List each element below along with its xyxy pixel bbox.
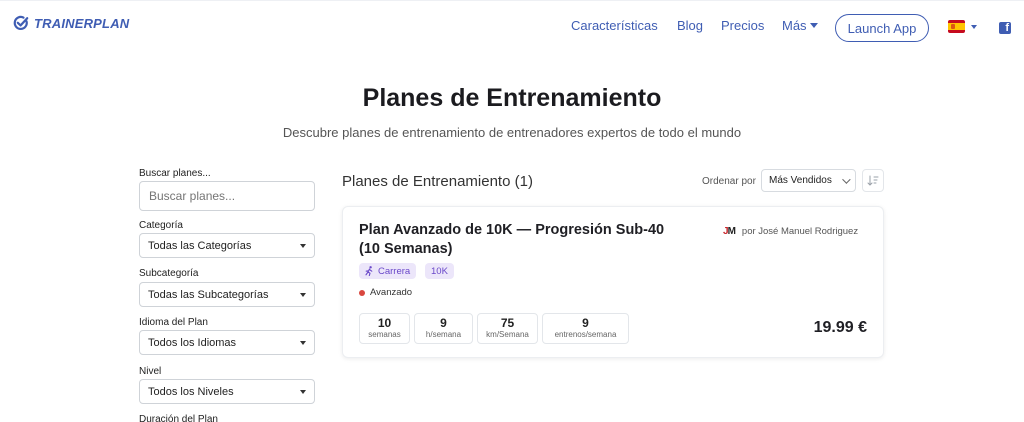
stat-unit: h/semana [425,330,462,339]
logo-text: TRAINERPLAN [34,15,130,31]
category-label: Categoría [139,220,183,231]
author-name: por José Manuel Rodriguez [741,226,859,237]
stat-value: 75 [500,316,515,330]
page-title: Planes de Entrenamiento [362,84,662,112]
caret-down-icon [300,389,306,394]
order-label: Ordenar por [702,176,756,187]
stat-value: 10 [377,316,392,330]
nav-more-label: Más [782,18,807,33]
trainerplan-check-icon [13,15,29,31]
plan-author[interactable]: JM por José Manuel Rodriguez [723,226,858,237]
logo-link[interactable]: TRAINERPLAN [13,15,129,31]
stat-unit: entrenos/semana [554,330,617,339]
stat-sessions: 9 entrenos/semana [542,313,629,344]
nav-blog[interactable]: Blog [677,18,703,33]
level-dot-icon [359,289,365,296]
language-label: Idioma del Plan [139,317,208,328]
subcategory-select[interactable]: Todas las Subcategorías [139,282,315,307]
running-icon [365,266,373,276]
stat-hours: 9 h/semana [414,313,473,344]
plan-card[interactable]: Plan Avanzado de 10K — Progresión Sub-40… [342,206,884,358]
sort-icon [867,175,879,186]
launch-app-button[interactable]: Launch App [835,14,929,42]
plan-price: 19.99 € [813,319,867,336]
search-input[interactable] [139,181,315,211]
nav-more-dropdown[interactable]: Más [782,18,818,33]
caret-down-icon [300,340,306,345]
stat-value: 9 [440,316,447,330]
tag-sport-label: Carrera [378,265,411,277]
search-label: Buscar planes... [139,168,211,179]
stat-weeks: 10 semanas [359,313,410,344]
author-logo: JM [723,226,736,237]
stat-value: 9 [582,316,589,330]
level-label: Nivel [139,366,162,377]
stat-unit: km/Semana [486,330,529,339]
facebook-icon[interactable]: f [999,22,1011,34]
plan-title[interactable]: Plan Avanzado de 10K — Progresión Sub-40… [359,221,689,259]
chevron-down-icon [842,174,851,184]
duration-label: Duración del Plan [139,414,218,422]
spain-flag-icon[interactable] [948,20,965,33]
top-navbar: TRAINERPLAN Características Blog Precios… [0,0,1024,56]
plan-level-label: Avanzado [370,287,413,298]
caret-down-icon [300,243,306,248]
language-select[interactable]: Todos los Idiomas [139,330,315,355]
top-border [0,0,1024,1]
subcategory-select-value: Todas las Subcategorías [148,288,269,301]
tag-distance: 10K [425,263,454,279]
stat-unit: semanas [368,330,401,339]
language-select-value: Todos los Idiomas [148,336,237,349]
plan-level: Avanzado [359,287,412,298]
results-title: Planes de Entrenamiento (1) [342,173,533,190]
category-select-value: Todas las Categorías [148,239,252,252]
order-select[interactable]: Más Vendidos [761,169,856,192]
tag-sport: Carrera [359,263,417,279]
nav-prices[interactable]: Precios [721,18,764,33]
nav-features[interactable]: Características [571,18,658,33]
category-select[interactable]: Todas las Categorías [139,233,315,258]
subcategory-label: Subcategoría [139,268,199,279]
caret-down-icon [300,292,306,297]
level-select[interactable]: Todos los Niveles [139,379,315,404]
stat-km: 75 km/Semana [477,313,538,344]
page-subtitle: Descubre planes de entrenamiento de entr… [282,125,742,140]
sort-direction-button[interactable] [862,169,884,192]
caret-down-icon [809,23,818,28]
tag-distance-label: 10K [431,265,448,277]
level-select-value: Todos los Niveles [148,385,234,398]
order-select-value: Más Vendidos [769,175,832,186]
language-caret-icon[interactable] [971,25,977,29]
